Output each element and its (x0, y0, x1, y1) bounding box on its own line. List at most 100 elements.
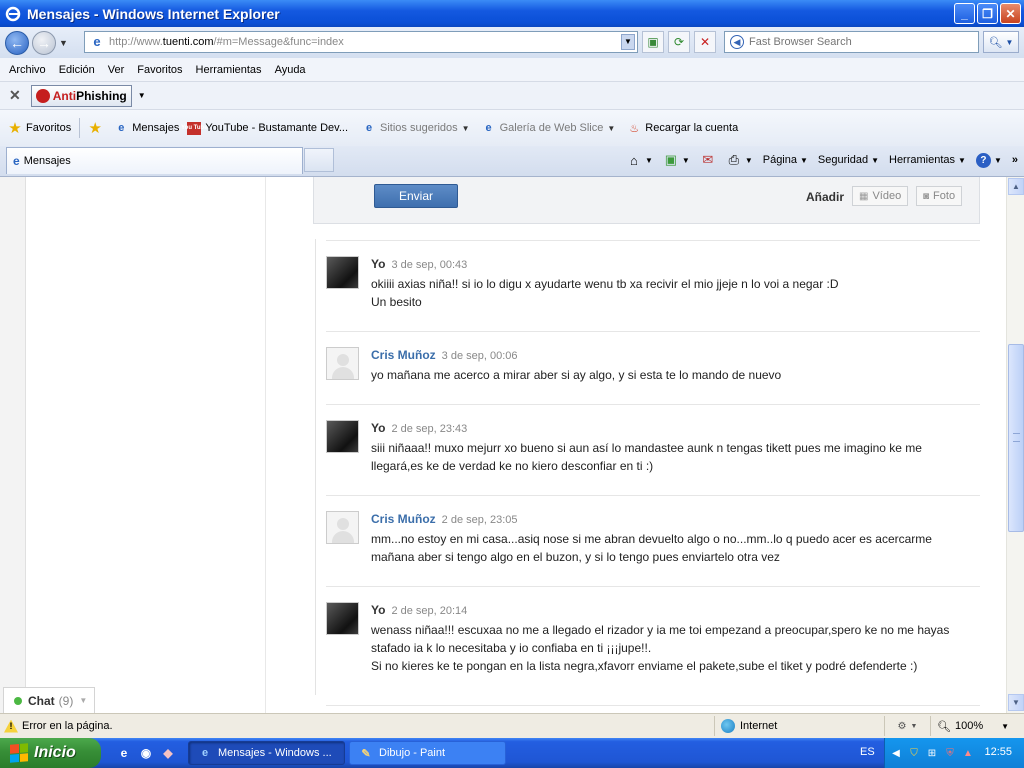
tab-mensajes[interactable]: e Mensajes (6, 147, 303, 174)
avatar[interactable] (326, 511, 359, 544)
network-icon[interactable]: ⊞ (925, 746, 939, 760)
add-favorite-button[interactable]: ★ (88, 120, 106, 137)
search-button[interactable]: 🔍︎ ▼ (983, 31, 1019, 53)
new-tab-button[interactable] (304, 148, 334, 172)
command-bar: ⌂ ▼ ▣ ▼ ✉ ⎙ ▼ Página ▼ Seguridad ▼ Herramient… (616, 148, 1018, 172)
address-bar[interactable]: e http://www.tuenti.com/#m=Message&func=… (84, 31, 638, 53)
feeds-button[interactable]: ▣ ▼ (663, 152, 690, 168)
message-item: Cris Muñoz 2 de sep, 23:05 mm...no estoy … (326, 495, 980, 587)
recent-pages-dropdown[interactable]: ▼ (59, 38, 68, 48)
chevron-down-icon: ▼ (958, 155, 966, 165)
security-menu-label: Seguridad (817, 154, 869, 166)
chat-bar[interactable]: Chat (9) ▼ (3, 687, 95, 713)
more-commands-button[interactable]: » (1012, 154, 1018, 166)
message-date: 3 de sep, 00:43 (391, 259, 468, 271)
send-button[interactable]: Enviar (374, 184, 458, 208)
antivirus-icon[interactable]: ⛨ (943, 746, 957, 760)
antiphishing-dropdown[interactable]: ▼ (138, 91, 146, 100)
zoom-control[interactable]: 🔍︎ 100% ▼ (930, 716, 1009, 736)
help-menu[interactable]: ? ▼ (975, 152, 1002, 168)
add-video-button[interactable]: ▦ Vídeo (852, 186, 909, 206)
close-toolbar-icon[interactable]: ✕ (9, 87, 21, 104)
security-zone[interactable]: Internet (714, 716, 884, 736)
menu-archivo[interactable]: Archivo (9, 64, 46, 76)
message-body: yo mañana me acerco a mirar aber si ay a… (371, 366, 976, 384)
antiphishing-label-anti: Anti (52, 88, 77, 103)
forward-button[interactable]: → (32, 30, 56, 55)
language-indicator[interactable]: ES (860, 746, 875, 758)
warning-icon[interactable]: ! (4, 719, 18, 733)
menu-ver[interactable]: Ver (108, 64, 125, 76)
message-author[interactable]: Yo (371, 257, 385, 271)
favorite-item-sitios-sugeridos[interactable]: e Sitios sugeridos ▼ (362, 121, 470, 135)
scroll-down-button[interactable]: ▼ (1008, 694, 1024, 711)
message-author[interactable]: Yo (371, 421, 385, 435)
menu-edicion[interactable]: Edición (59, 64, 95, 76)
refresh-icon[interactable]: ⟳ (668, 31, 690, 53)
tray-back-icon[interactable]: ◀ (889, 746, 903, 760)
scroll-thumb[interactable] (1008, 344, 1024, 532)
message-item: Cris Muñoz 3 de sep, 00:06 yo mañana me a… (326, 331, 980, 405)
menu-herramientas[interactable]: Herramientas (196, 64, 262, 76)
antiphishing-button[interactable]: Anti Phishing (30, 84, 132, 107)
message-line: llegará,es ke de verdad ke no kiero desc… (371, 459, 654, 473)
message-author[interactable]: Yo (371, 603, 385, 617)
message-date: 3 de sep, 00:06 (441, 350, 518, 362)
search-options-dropdown[interactable]: ▼ (1006, 38, 1014, 47)
stop-icon[interactable]: ✕ (694, 31, 716, 53)
quicklaunch-app-icon[interactable]: ◆ (159, 744, 177, 762)
page-menu[interactable]: Página ▼ (763, 154, 808, 166)
avatar[interactable] (326, 602, 359, 635)
favorite-item-recargar[interactable]: ♨ Recargar la cuenta (627, 121, 738, 135)
vertical-scrollbar[interactable]: ▲ ▼ (1006, 177, 1024, 713)
chevron-down-icon: ▼ (993, 155, 1002, 165)
search-provider-icon: ◀ (730, 35, 744, 49)
favorite-item-mensajes[interactable]: e Mensajes (114, 121, 179, 135)
quicklaunch-media-icon[interactable]: ◉ (137, 744, 155, 762)
security-menu[interactable]: Seguridad ▼ (818, 154, 879, 166)
compatibility-view-icon[interactable]: ▣ (642, 31, 664, 53)
close-button[interactable]: ✕ (1000, 3, 1021, 24)
menu-ayuda[interactable]: Ayuda (275, 64, 306, 76)
message-author[interactable]: Cris Muñoz (371, 348, 436, 362)
adobe-icon[interactable]: ▲ (961, 746, 975, 760)
security-shield-icon[interactable]: ⛉ (907, 746, 921, 760)
tools-menu[interactable]: Herramientas ▼ (889, 154, 966, 166)
start-button[interactable]: Inicio (0, 738, 101, 768)
avatar[interactable] (326, 256, 359, 289)
ie-logo-icon (5, 6, 21, 22)
clock[interactable]: 12:55 (984, 746, 1012, 758)
protected-mode-button[interactable]: ⚙ ▼ (884, 716, 930, 736)
mail-button[interactable]: ✉ (700, 152, 716, 168)
print-button[interactable]: ⎙ ▼ (726, 152, 753, 168)
camera-icon: ◙ (923, 190, 930, 202)
message-line: Si no kieres ke te pongan en la lista ne… (371, 659, 918, 673)
taskbar-item-mensajes[interactable]: e Mensajes - Windows ... (188, 741, 345, 765)
search-box[interactable]: ◀ (724, 31, 979, 53)
avatar[interactable] (326, 347, 359, 380)
home-button[interactable]: ⌂ ▼ (626, 152, 653, 168)
search-input[interactable] (749, 36, 969, 48)
favorite-item-youtube[interactable]: You Tube YouTube - Bustamante Dev... (181, 121, 348, 135)
scroll-up-button[interactable]: ▲ (1008, 178, 1024, 195)
chat-label: Chat (28, 693, 55, 708)
status-error-text[interactable]: Error en la página. (22, 720, 113, 732)
favorites-button[interactable]: ★ Favoritos (8, 120, 71, 137)
back-button[interactable]: ← (5, 30, 29, 55)
taskbar-item-label: Mensajes - Windows ... (218, 747, 332, 759)
menu-favoritos[interactable]: Favoritos (137, 64, 182, 76)
avatar[interactable] (326, 420, 359, 453)
add-label: Añadir (806, 190, 845, 204)
address-url[interactable]: http://www.tuenti.com/#m=Message&func=in… (109, 36, 344, 48)
menu-bar: Archivo Edición Ver Favoritos Herramient… (0, 58, 1024, 82)
help-icon: ? (975, 152, 991, 168)
favorite-item-galeria[interactable]: e Galería de Web Slice ▼ (482, 121, 616, 135)
minimize-button[interactable]: _ (954, 3, 975, 24)
chevron-down-icon: ▼ (461, 123, 470, 133)
message-author[interactable]: Cris Muñoz (371, 512, 436, 526)
address-dropdown[interactable]: ▼ (621, 34, 635, 50)
quicklaunch-ie-icon[interactable]: e (115, 744, 133, 762)
maximize-button[interactable]: ❐ (977, 3, 998, 24)
taskbar-item-paint[interactable]: ✎ Dibujo - Paint (349, 741, 506, 765)
add-photo-button[interactable]: ◙ Foto (916, 186, 963, 206)
